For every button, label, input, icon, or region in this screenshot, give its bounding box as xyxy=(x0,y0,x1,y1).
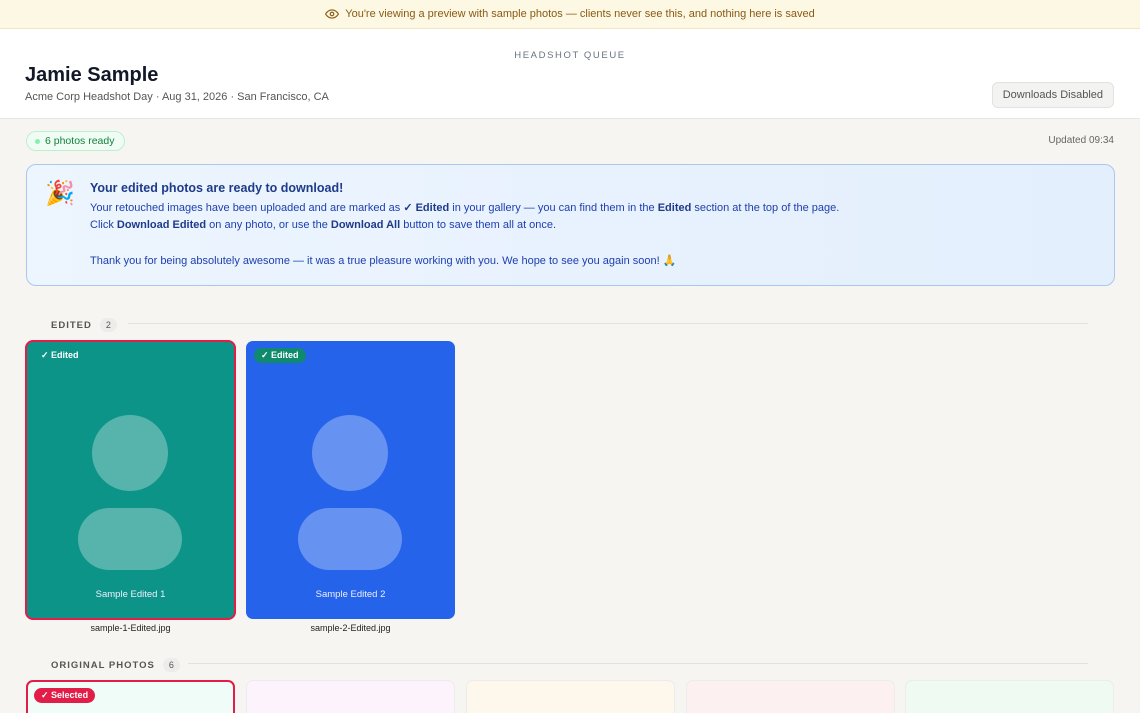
party-popper-icon: 🎉 xyxy=(45,180,75,207)
edited-section-label: EDITED xyxy=(51,319,92,331)
status-dot-icon xyxy=(35,138,40,144)
original-photo-card-5[interactable] xyxy=(905,680,1114,713)
original-photo-card-1[interactable]: ✓ Selected xyxy=(26,680,235,713)
photo-filename: sample-2-Edited.jpg xyxy=(310,623,391,633)
updated-timestamp: Updated 09:34 xyxy=(1048,135,1114,146)
page-kicker: HEADSHOT QUEUE xyxy=(514,50,626,61)
section-divider xyxy=(188,663,1088,664)
preview-banner-text: You're viewing a preview with sample pho… xyxy=(345,8,815,20)
photos-ready-label: 6 photos ready xyxy=(45,135,115,147)
event-subtitle: Acme Corp Headshot Day · Aug 31, 2026 · … xyxy=(25,91,329,103)
photo-caption: Sample Edited 1 xyxy=(95,589,166,600)
page-header: HEADSHOT QUEUE Jamie Sample Acme Corp He… xyxy=(0,29,1140,119)
edited-tag: ✓ Edited xyxy=(41,350,79,360)
originals-section-header: ORIGINAL PHOTOS 6 xyxy=(51,658,180,672)
avatar-placeholder-head xyxy=(312,415,388,491)
original-photo-card-2[interactable] xyxy=(246,680,455,713)
selected-tag: ✓ Selected xyxy=(34,688,96,703)
avatar-placeholder-body xyxy=(298,508,402,570)
avatar-placeholder-head xyxy=(92,415,168,491)
notice-title: Your edited photos are ready to download… xyxy=(90,181,344,195)
page-title: Jamie Sample xyxy=(25,64,159,86)
section-divider xyxy=(128,323,1088,324)
original-photo-card-4[interactable] xyxy=(686,680,895,713)
downloads-disabled-button[interactable]: Downloads Disabled xyxy=(991,82,1114,108)
edited-tag: ✓ Edited xyxy=(254,348,306,363)
edited-photo-card-2[interactable]: ✓ Edited Sample Edited 2 xyxy=(246,341,455,619)
notice-line-2: Click Download Edited on any photo, or u… xyxy=(90,219,557,231)
photo-filename: sample-1-Edited.jpg xyxy=(90,623,171,633)
notice-line-1: Your retouched images have been uploaded… xyxy=(90,202,840,214)
notice-thanks: Thank you for being absolutely awesome —… xyxy=(90,255,677,267)
avatar-placeholder-body xyxy=(78,508,182,570)
download-ready-notice: 🎉 Your edited photos are ready to downlo… xyxy=(26,164,1115,286)
original-photo-card-3[interactable] xyxy=(466,680,675,713)
photo-caption: Sample Edited 2 xyxy=(315,589,386,600)
eye-icon xyxy=(325,9,340,19)
originals-section-label: ORIGINAL PHOTOS xyxy=(51,659,155,671)
photos-ready-badge: 6 photos ready xyxy=(26,131,126,151)
edited-count-badge: 2 xyxy=(99,318,117,332)
preview-banner: You're viewing a preview with sample pho… xyxy=(0,0,1140,29)
edited-section-header: EDITED 2 xyxy=(51,318,117,332)
edited-photo-card-1[interactable]: ✓ Edited Sample Edited 1 xyxy=(25,340,236,620)
originals-count-badge: 6 xyxy=(162,658,180,672)
